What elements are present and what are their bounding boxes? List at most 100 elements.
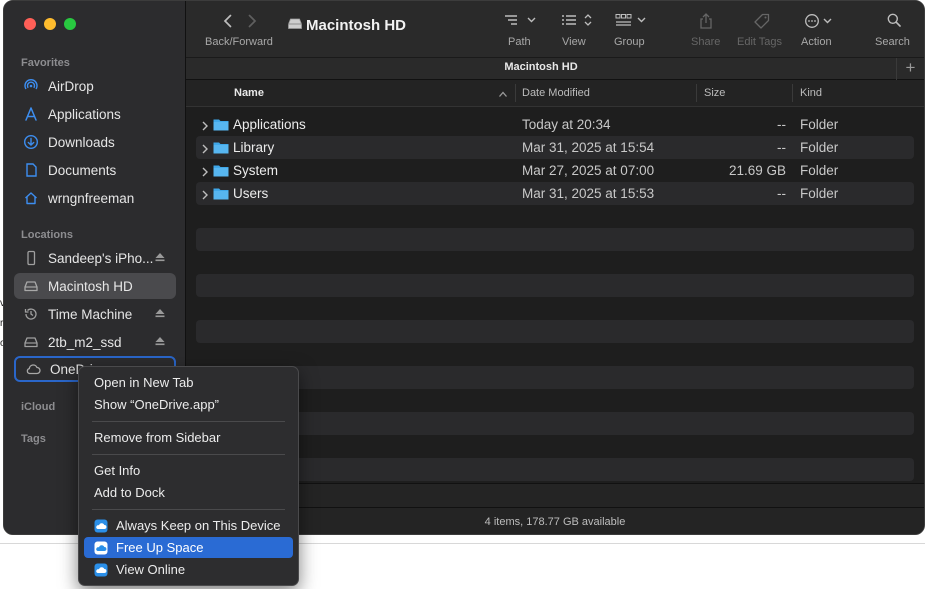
- group-icon[interactable]: [615, 13, 649, 32]
- tag-icon[interactable]: [754, 13, 770, 34]
- view-label: View: [562, 36, 586, 48]
- menu-item-view-online[interactable]: View Online: [84, 559, 293, 580]
- folder-icon: [213, 187, 229, 203]
- sidebar-item-macintosh-hd[interactable]: Macintosh HD: [14, 273, 176, 299]
- document-icon: [22, 161, 40, 179]
- menu-item-add-to-dock[interactable]: Add to Dock: [84, 482, 293, 503]
- menu-item-label: Free Up Space: [116, 540, 204, 555]
- table-row[interactable]: Library Mar 31, 2025 at 15:54 -- Folder: [196, 136, 914, 159]
- file-kind: Folder: [800, 163, 839, 178]
- file-date: Mar 31, 2025 at 15:53: [522, 186, 655, 201]
- column-kind[interactable]: Kind: [800, 87, 822, 99]
- disclosure-chevron-icon[interactable]: [201, 119, 209, 134]
- disk-icon: [287, 17, 303, 36]
- folder-icon: [213, 164, 229, 180]
- edit-tags-label: Edit Tags: [737, 36, 783, 48]
- eject-icon[interactable]: [154, 251, 166, 263]
- column-date-modified[interactable]: Date Modified: [522, 87, 590, 99]
- empty-row-stripe: [196, 458, 914, 481]
- file-name: Users: [233, 186, 269, 201]
- column-name[interactable]: Name: [234, 87, 264, 99]
- search-icon[interactable]: [887, 13, 901, 32]
- onedrive-icon: [94, 541, 108, 555]
- menu-item-remove-from-sidebar[interactable]: Remove from Sidebar: [84, 427, 293, 448]
- menu-item-always-keep-on-device[interactable]: Always Keep on This Device: [84, 515, 293, 536]
- menu-item-label: View Online: [116, 562, 186, 577]
- disclosure-chevron-icon[interactable]: [201, 188, 209, 203]
- iphone-icon: [22, 249, 40, 267]
- menu-separator: [92, 421, 285, 422]
- sidebar-item-airdrop[interactable]: AirDrop: [14, 73, 176, 99]
- sidebar-section-locations: Locations: [21, 229, 73, 241]
- sidebar-section-favorites: Favorites: [21, 57, 70, 69]
- share-icon[interactable]: [699, 13, 713, 34]
- sidebar-item-applications[interactable]: Applications: [14, 101, 176, 127]
- file-name: Applications: [233, 117, 306, 132]
- sidebar-item-label: Documents: [48, 162, 117, 178]
- sidebar-item-label: Applications: [48, 106, 121, 122]
- sidebar-section-tags[interactable]: Tags: [21, 433, 46, 445]
- sidebar-item-label: Sandeep's iPho...: [48, 250, 154, 266]
- sidebar-item-2tb-m2-ssd[interactable]: 2tb_m2_ssd: [14, 329, 176, 355]
- new-tab-button[interactable]: +: [896, 58, 924, 80]
- menu-item-label: Always Keep on This Device: [116, 518, 281, 533]
- file-name: System: [233, 163, 279, 178]
- table-row[interactable]: Users Mar 31, 2025 at 15:53 -- Folder: [196, 182, 914, 205]
- toolbar: Back/Forward Macintosh HD Path View Grou…: [186, 1, 924, 57]
- forward-chevron-icon[interactable]: [246, 14, 258, 33]
- minimize-window-button[interactable]: [44, 18, 56, 30]
- sidebar-item-documents[interactable]: Documents: [14, 157, 176, 183]
- column-divider[interactable]: [696, 84, 697, 102]
- empty-row-stripe: [196, 228, 914, 251]
- column-divider[interactable]: [515, 84, 516, 102]
- home-icon: [22, 189, 40, 207]
- menu-item-free-up-space[interactable]: Free Up Space: [84, 537, 293, 558]
- zoom-window-button[interactable]: [64, 18, 76, 30]
- column-header: Name Date Modified Size Kind: [186, 80, 924, 107]
- sidebar-section-icloud[interactable]: iCloud: [21, 401, 55, 413]
- file-kind: Folder: [800, 140, 839, 155]
- sidebar-item-downloads[interactable]: Downloads: [14, 129, 176, 155]
- path-icon[interactable]: [504, 13, 538, 32]
- close-window-button[interactable]: [24, 18, 36, 30]
- file-kind: Folder: [800, 117, 839, 132]
- empty-row-stripe: [196, 412, 914, 435]
- eject-icon[interactable]: [154, 335, 166, 347]
- column-divider[interactable]: [792, 84, 793, 102]
- sidebar-item-label: Downloads: [48, 134, 115, 150]
- disclosure-chevron-icon[interactable]: [201, 142, 209, 157]
- sidebar-item-iphone[interactable]: Sandeep's iPho...: [14, 245, 176, 271]
- menu-item-get-info[interactable]: Get Info: [84, 460, 293, 481]
- table-row[interactable]: Applications Today at 20:34 -- Folder: [196, 113, 914, 136]
- sort-ascending-icon[interactable]: [498, 89, 508, 101]
- file-size: --: [777, 140, 786, 155]
- file-size: --: [777, 186, 786, 201]
- empty-row-stripe: [196, 366, 914, 389]
- back-chevron-icon[interactable]: [222, 14, 234, 33]
- sidebar-item-time-machine[interactable]: Time Machine: [14, 301, 176, 327]
- search-label: Search: [875, 36, 910, 48]
- action-icon[interactable]: [804, 13, 836, 34]
- sidebar-item-label: 2tb_m2_ssd: [48, 334, 122, 350]
- eject-icon[interactable]: [154, 307, 166, 319]
- disclosure-chevron-icon[interactable]: [201, 165, 209, 180]
- sidebar-item-label: Time Machine: [48, 306, 133, 322]
- empty-row-stripe: [196, 320, 914, 343]
- column-size[interactable]: Size: [704, 87, 725, 99]
- onedrive-icon: [94, 563, 108, 577]
- file-name: Library: [233, 140, 275, 155]
- table-row[interactable]: System Mar 27, 2025 at 07:00 21.69 GB Fo…: [196, 159, 914, 182]
- file-date: Mar 31, 2025 at 15:54: [522, 140, 655, 155]
- folder-icon: [213, 141, 229, 157]
- file-date: Mar 27, 2025 at 07:00: [522, 163, 655, 178]
- menu-item-show-app[interactable]: Show “OneDrive.app”: [84, 394, 293, 415]
- menu-item-open-in-new-tab[interactable]: Open in New Tab: [84, 372, 293, 393]
- menu-item-label: Get Info: [94, 463, 141, 478]
- airdrop-icon: [22, 77, 40, 95]
- file-date: Today at 20:34: [522, 117, 611, 132]
- view-list-icon[interactable]: [561, 13, 595, 32]
- tab-macintosh-hd[interactable]: Macintosh HD: [186, 61, 896, 73]
- sidebar-item-home[interactable]: wrngnfreeman: [14, 185, 176, 211]
- window-title: Macintosh HD: [306, 17, 407, 34]
- cloud-icon: [24, 360, 42, 378]
